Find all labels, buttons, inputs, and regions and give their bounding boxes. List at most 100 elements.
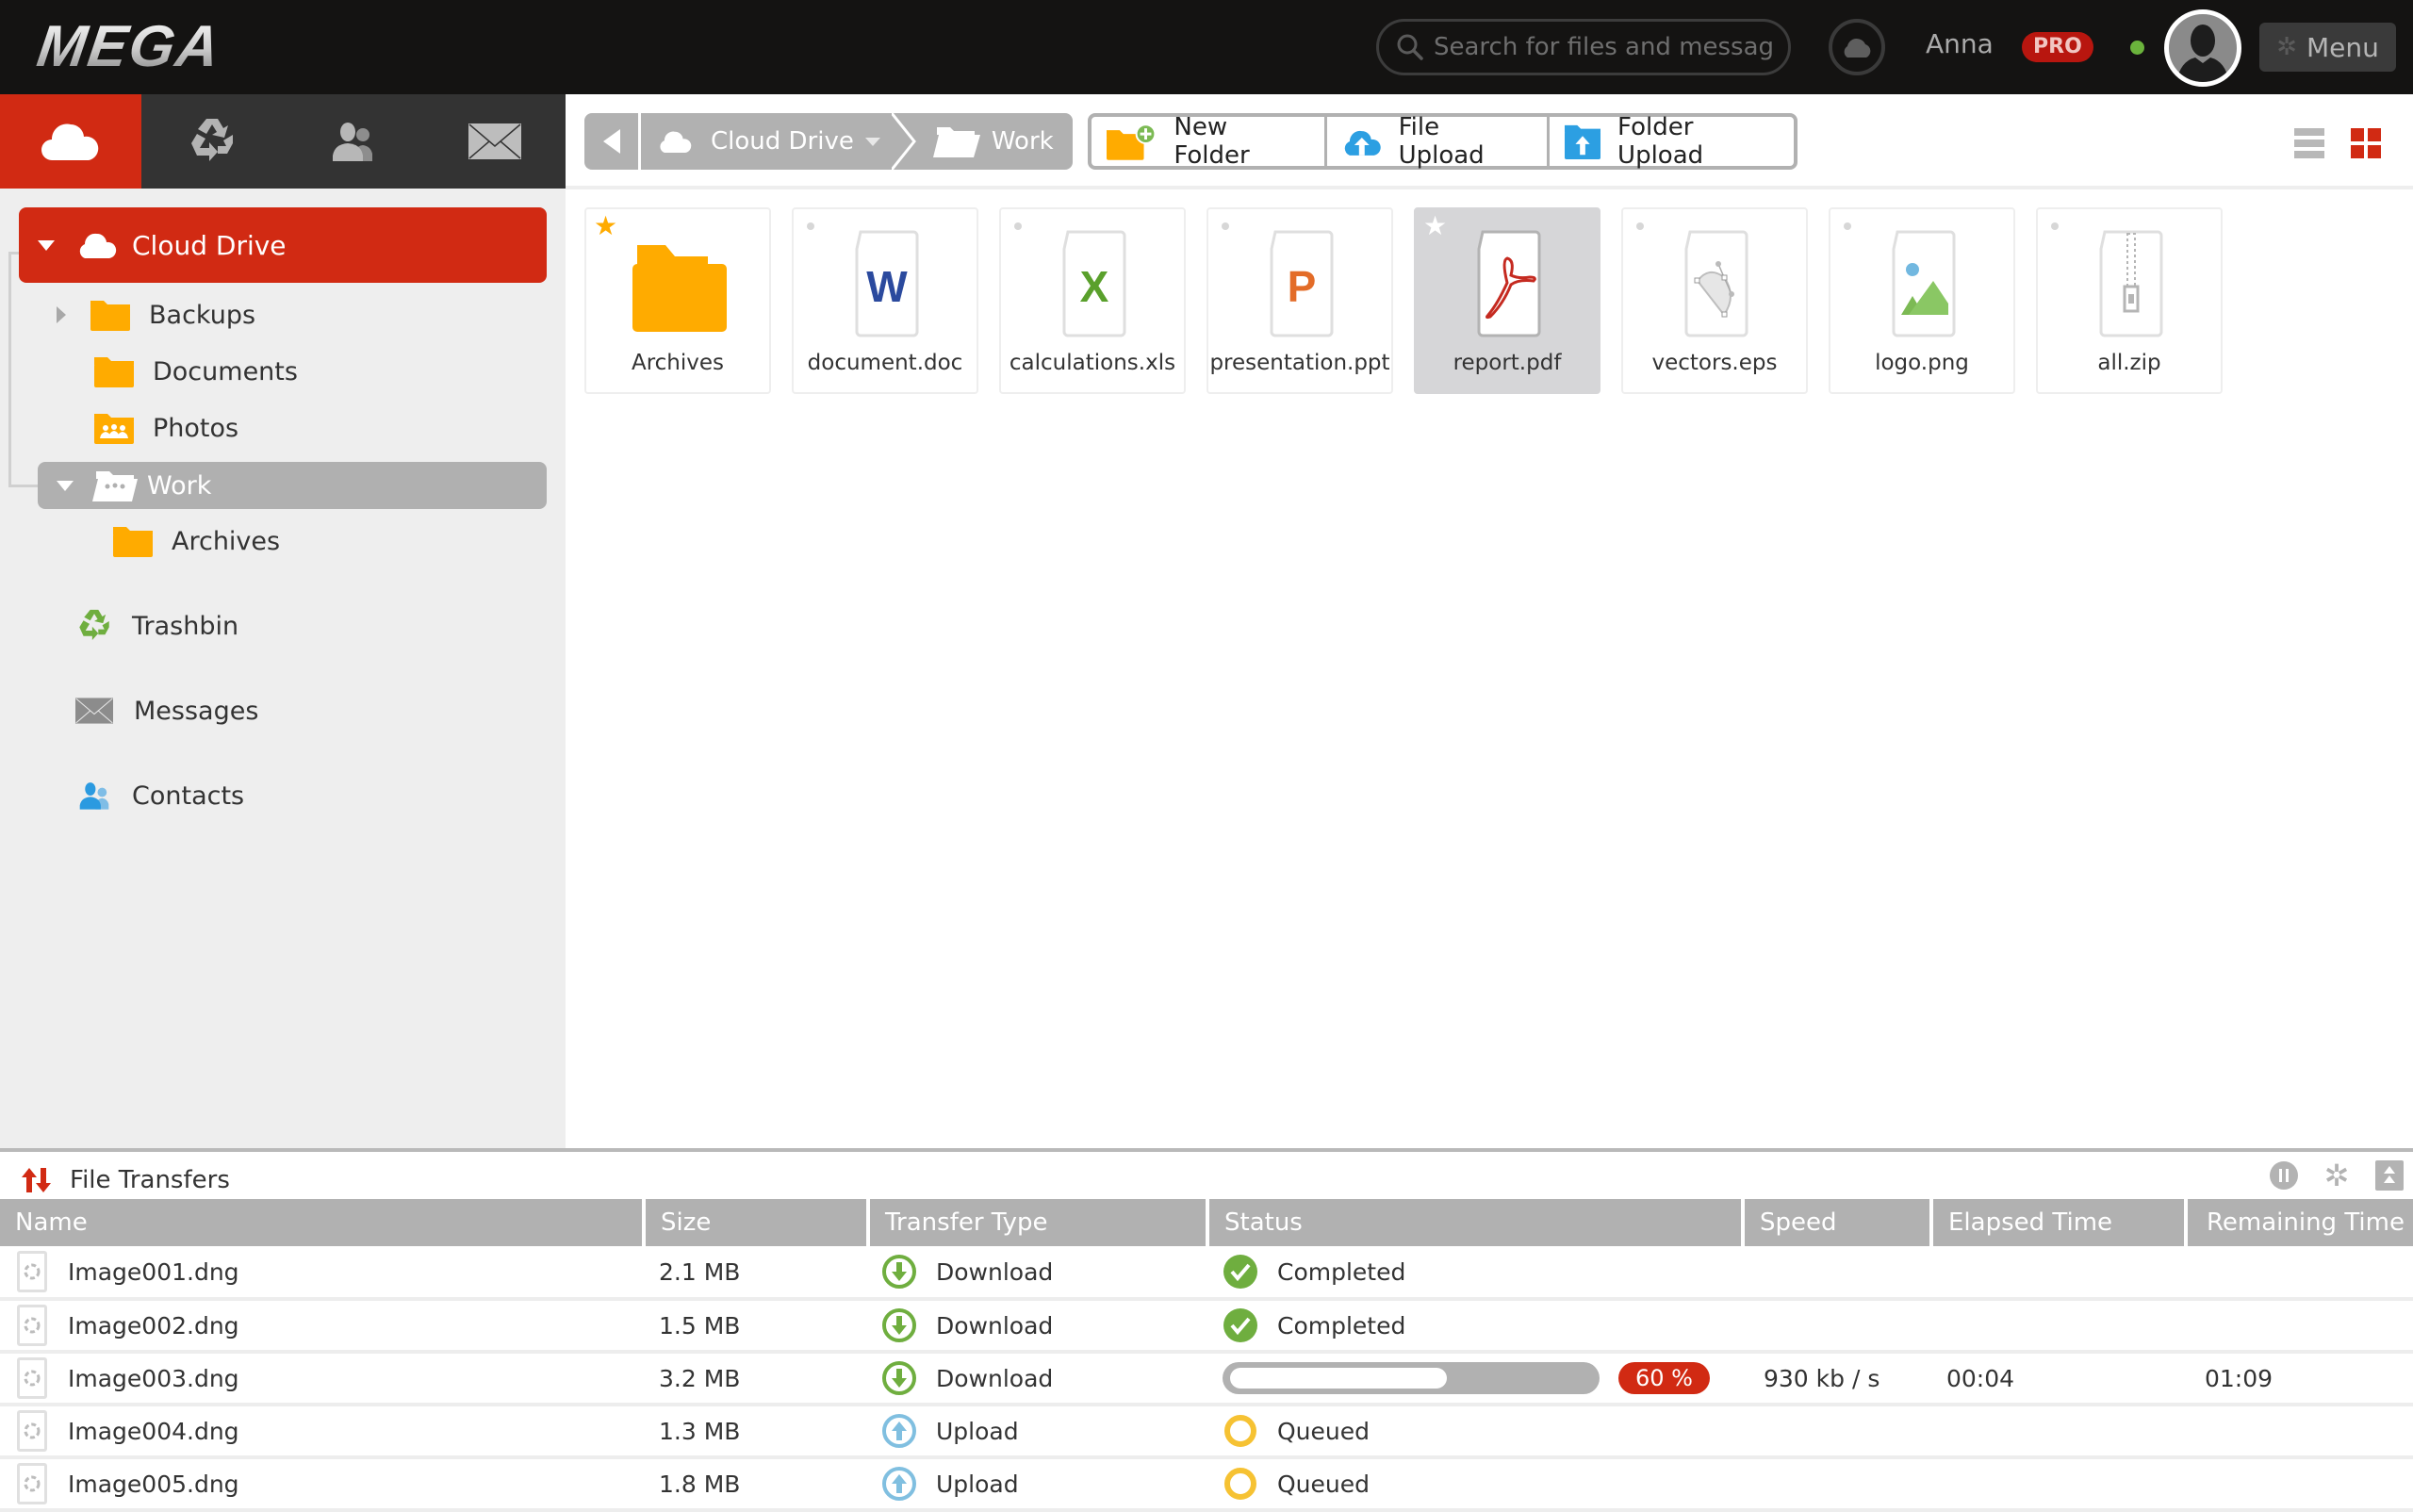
file-upload-button[interactable]: File Upload (1324, 113, 1547, 170)
search-input[interactable] (1434, 33, 1773, 61)
shared-folder-open-icon (92, 471, 138, 501)
back-button[interactable] (584, 113, 641, 170)
expand-toggle-icon[interactable] (57, 306, 66, 323)
column-header-remaining-time[interactable]: Remaining Time (2186, 1199, 2413, 1246)
star-toggle[interactable] (807, 222, 814, 230)
tree-item-cloud-drive[interactable]: Cloud Drive (19, 207, 547, 283)
tree-item-archives[interactable]: Archives (113, 518, 280, 565)
folder-upload-label: Folder Upload (1617, 113, 1704, 170)
pause-all-button[interactable] (2268, 1159, 2300, 1192)
column-header-transfer-type[interactable]: Transfer Type (868, 1199, 1209, 1246)
transfer-settings-button[interactable]: ✲ (2321, 1159, 2353, 1192)
toolbar-divider (566, 186, 2413, 189)
star-icon[interactable]: ★ (1423, 213, 1447, 239)
cell-name: Image002.dng (0, 1299, 644, 1354)
panel-resize-handle[interactable] (0, 1148, 2413, 1152)
tab-cloud-drive[interactable] (0, 94, 141, 189)
expand-toggle-icon[interactable] (38, 239, 55, 251)
file-tile[interactable]: logo.png (1829, 207, 2015, 394)
cell-remaining-time (2186, 1299, 2413, 1354)
transfer-row[interactable]: Image002.dng 1.5 MB Download Completed (0, 1299, 2413, 1354)
gear-icon: ✲ (2276, 33, 2297, 61)
tree-item-label: Work (147, 470, 212, 501)
contacts-icon (333, 123, 372, 161)
camera-raw-file-icon (17, 1305, 47, 1346)
file-tile[interactable]: vectors.eps (1621, 207, 1808, 394)
cell-status: Queued (1207, 1405, 1743, 1459)
status-label: Completed (1277, 1311, 1406, 1339)
recycle-icon (79, 609, 109, 640)
transfer-type-label: Upload (936, 1470, 1019, 1498)
tab-messages[interactable] (424, 94, 566, 189)
cell-speed (1743, 1299, 1931, 1354)
file-name: Image001.dng (68, 1257, 239, 1286)
file-tile[interactable]: ★ report.pdf (1414, 207, 1600, 394)
transfer-row[interactable]: Image003.dng 3.2 MB Download 60 % 930 kb / s… (0, 1352, 2413, 1406)
search-box[interactable] (1376, 19, 1791, 75)
cell-size: 3.2 MB (644, 1352, 868, 1406)
tree-item-backups[interactable]: Backups (57, 291, 255, 338)
new-folder-icon (1107, 123, 1157, 160)
chevron-down-icon[interactable] (864, 137, 880, 146)
column-header-size[interactable]: Size (644, 1199, 870, 1246)
folder-upload-button[interactable]: Folder Upload (1547, 113, 1794, 170)
avatar[interactable] (2164, 9, 2241, 87)
star-toggle[interactable] (1222, 222, 1229, 230)
pro-badge: PRO (2022, 32, 2093, 62)
queued-icon (1224, 1468, 1256, 1500)
cell-name: Image001.dng (0, 1246, 644, 1301)
tree-item-work[interactable]: Work (38, 462, 547, 509)
star-toggle[interactable] (2051, 222, 2059, 230)
excel-document-icon: X (1062, 230, 1126, 337)
column-header-elapsed-time[interactable]: Elapsed Time (1931, 1199, 2188, 1246)
file-tile[interactable]: W document.doc (792, 207, 978, 394)
tab-contacts[interactable] (283, 94, 424, 189)
transfer-row[interactable]: Image005.dng 1.8 MB Upload Queued (0, 1457, 2413, 1512)
username[interactable]: Anna (1926, 28, 1994, 59)
file-tile[interactable]: P presentation.ppt (1206, 207, 1393, 394)
file-tile[interactable]: all.zip (2036, 207, 2223, 394)
file-name: logo.png (1875, 351, 1969, 375)
sync-status-button[interactable] (1829, 19, 1885, 75)
column-header-name[interactable]: Name (0, 1199, 646, 1246)
cloud-icon (1844, 38, 1871, 58)
cell-name: Image003.dng (0, 1352, 644, 1406)
grid-view-button[interactable] (2351, 128, 2381, 158)
collapse-panel-button[interactable] (2373, 1159, 2405, 1192)
column-header-speed[interactable]: Speed (1743, 1199, 1933, 1246)
star-toggle[interactable] (1844, 222, 1851, 230)
expand-toggle-icon[interactable] (57, 480, 74, 491)
file-tile[interactable]: ★ Archives (584, 207, 771, 394)
breadcrumb-cloud-drive[interactable]: Cloud Drive (641, 113, 905, 170)
cell-name: Image005.dng (0, 1457, 644, 1512)
sidebar-item-messages[interactable]: Messages (75, 687, 258, 734)
folder-icon (90, 301, 130, 331)
file-name: report.pdf (1453, 351, 1562, 375)
mega-logo[interactable]: MEGA (33, 14, 225, 79)
tab-trashbin[interactable] (141, 94, 283, 189)
file-name: all.zip (2097, 351, 2161, 375)
star-toggle[interactable] (1014, 222, 1022, 230)
column-header-status[interactable]: Status (1207, 1199, 1745, 1246)
sidebar-item-contacts[interactable]: Contacts (75, 772, 244, 819)
star-toggle[interactable] (1636, 222, 1644, 230)
menu-button[interactable]: ✲ Menu (2259, 23, 2396, 72)
transfer-row[interactable]: Image001.dng 2.1 MB Download Completed (0, 1246, 2413, 1301)
file-name: Image005.dng (68, 1470, 239, 1498)
transfer-row[interactable]: Image004.dng 1.3 MB Upload Queued (0, 1405, 2413, 1459)
tree-item-documents[interactable]: Documents (94, 348, 298, 395)
file-name: Archives (631, 351, 725, 375)
cell-size: 2.1 MB (644, 1246, 868, 1301)
cloud-icon (41, 123, 99, 160)
collapse-icon (2375, 1160, 2404, 1191)
upload-icon (882, 1414, 916, 1448)
breadcrumb-work[interactable]: Work (920, 113, 1073, 170)
sidebar-item-trashbin[interactable]: Trashbin (75, 602, 238, 649)
file-tile[interactable]: X calculations.xls (999, 207, 1186, 394)
tree-item-photos[interactable]: Photos (94, 404, 238, 452)
cell-remaining-time (2186, 1457, 2413, 1512)
star-icon[interactable]: ★ (594, 213, 617, 239)
folder-icon (113, 527, 153, 557)
new-folder-button[interactable]: New Folder (1092, 113, 1324, 170)
list-view-button[interactable] (2294, 128, 2324, 158)
